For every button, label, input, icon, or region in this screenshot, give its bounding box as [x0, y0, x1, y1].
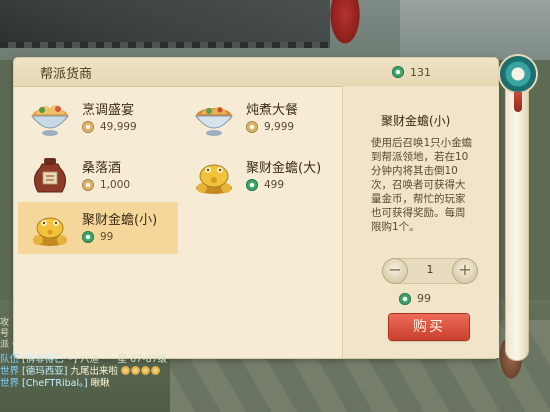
currency-balance-value: 131 [410, 65, 431, 79]
increase-quantity-button[interactable]: + [453, 259, 477, 283]
chat-line[interactable]: 队伍 [情非得已～] 六道 · 一星 67-87级 [0, 354, 260, 366]
jade-ornament-icon [500, 56, 536, 92]
chat-line[interactable]: 世界 [德玛西亚] 九尾出来啦 [0, 366, 260, 378]
item-grid: 烹调盛宴 49,999 炖煮大餐 9,999 桑落酒 1,000 聚财金蟾(大)… [18, 92, 342, 352]
chat-text: 六道 · 一星 67-87级 [80, 354, 168, 365]
temple-roof [0, 0, 330, 48]
item-price: 99 [82, 231, 113, 243]
shop-item[interactable]: 烹调盛宴 49,999 [18, 92, 178, 144]
item-price-value: 99 [100, 231, 114, 243]
item-detail-panel: 聚财金蟾(小) 使用后召唤1只小金蟾到帮派领地，若在10分钟内将其击倒10次，召… [342, 86, 499, 358]
tassel-icon [514, 92, 522, 112]
item-price-value: 9,999 [264, 121, 295, 133]
jade-coin-icon [246, 179, 258, 191]
chat-channel: 队伍 [0, 354, 20, 365]
golden-toad-large-icon [196, 164, 232, 194]
item-name: 聚财金蟾(大) [246, 161, 322, 176]
gold-coin-icon [82, 121, 94, 133]
golden-toad-small-icon [33, 217, 67, 246]
detail-title: 聚财金蟾(小) [381, 114, 451, 128]
buy-button[interactable]: 购买 [389, 314, 469, 340]
gold-coin-icon [82, 179, 94, 191]
wine-jar-icon [34, 158, 66, 193]
detail-description: 使用后召唤1只小金蟾到帮派领地，若在10分钟内将其击倒10次，召唤者可获得大量金… [371, 137, 473, 233]
item-price: 9,999 [246, 121, 294, 133]
panel-title: 帮派货商 [40, 67, 93, 82]
npc-figure [328, 0, 362, 48]
jade-coin-icon [392, 66, 404, 78]
chat-channel: 世界 [0, 378, 20, 389]
emoji-icon [141, 366, 151, 375]
chat-line[interactable]: 世界 [CheFTRibal。] 瞅瞅 [0, 378, 260, 390]
chat-name[interactable]: [CheFTRibal。] [22, 378, 88, 389]
quantity-stepper: − 1 + [383, 258, 477, 284]
chat-name[interactable]: [德玛西亚] [22, 366, 67, 377]
chat-name[interactable]: [情非得已～] [22, 354, 77, 365]
feast-bowl-icon [30, 105, 70, 136]
stew-bowl-icon [194, 106, 234, 136]
shop-item[interactable]: 桑落酒 1,000 [18, 150, 178, 202]
item-name: 桑落酒 [82, 161, 122, 176]
gold-coin-icon [246, 121, 258, 133]
item-price-value: 499 [264, 179, 285, 191]
total-cost-value: 99 [417, 292, 431, 305]
item-price: 499 [246, 179, 284, 191]
decrease-quantity-button[interactable]: − [383, 259, 407, 283]
item-price-value: 1,000 [100, 179, 131, 191]
quantity-value[interactable]: 1 [408, 263, 452, 276]
item-name: 烹调盛宴 [82, 103, 135, 118]
item-name: 聚财金蟾(小) [82, 213, 158, 228]
shop-item[interactable]: 炖煮大餐 9,999 [182, 92, 342, 144]
jade-coin-icon [399, 292, 411, 305]
currency-balance: 131 [392, 64, 431, 80]
courtyard-wall [400, 0, 550, 60]
item-price: 49,999 [82, 121, 137, 133]
shop-item[interactable]: 聚财金蟾(大) 499 [182, 150, 342, 202]
chat-channel: 世界 [0, 366, 20, 377]
chat-log: 队伍 [情非得已～] 六道 · 一星 67-87级 世界 [德玛西亚] 九尾出来… [0, 354, 260, 390]
chat-text: 九尾出来啦 [70, 366, 119, 377]
panel-header: 帮派货商 131 [14, 58, 498, 87]
emoji-icon [131, 366, 141, 375]
item-price-value: 49,999 [100, 121, 137, 133]
jade-coin-icon [82, 231, 94, 243]
total-cost: 99 [399, 292, 431, 305]
chat-text: 瞅瞅 [90, 378, 110, 389]
emoji-icon [151, 366, 161, 375]
item-name: 炖煮大餐 [246, 103, 299, 118]
guild-shop-panel: 帮派货商 131 烹调盛宴 49,999 炖煮大餐 9,999 桑落酒 1,00… [14, 58, 499, 358]
shop-item-selected[interactable]: 聚财金蟾(小) 99 [18, 202, 178, 254]
scroll-rod [506, 74, 528, 360]
emoji-icon [121, 366, 131, 375]
item-price: 1,000 [82, 179, 130, 191]
